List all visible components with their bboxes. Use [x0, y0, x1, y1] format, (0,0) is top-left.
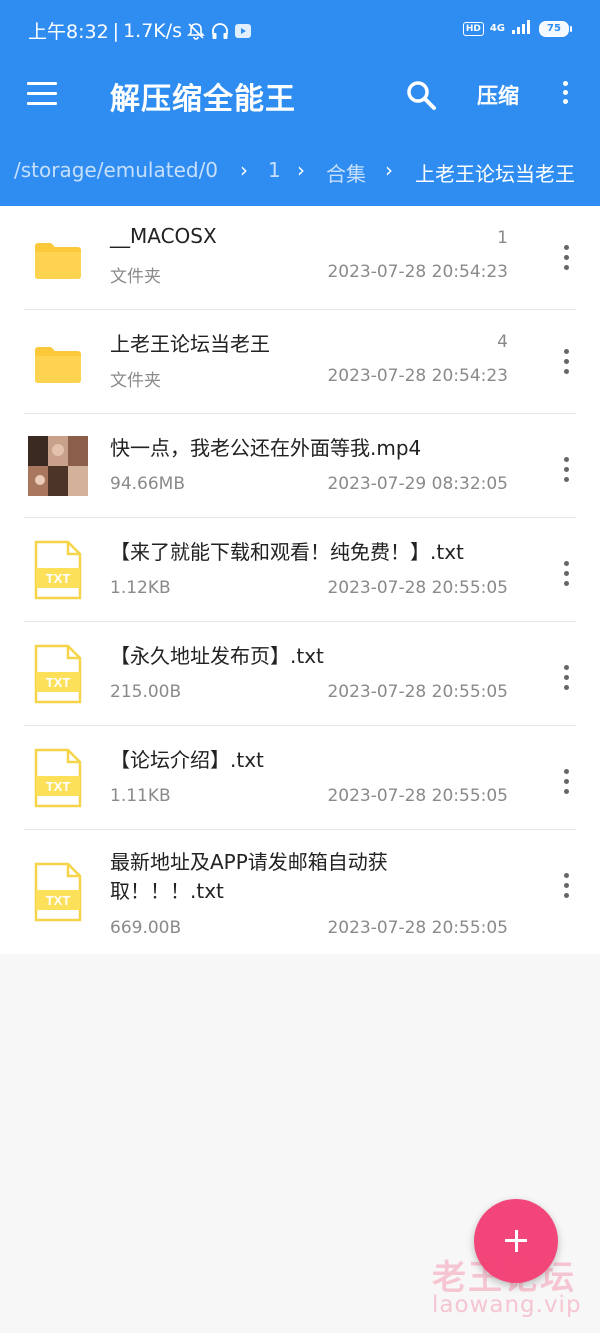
bell-off-icon: [186, 21, 206, 41]
battery-icon: 75: [539, 20, 572, 37]
file-row[interactable]: __MACOSX 文件夹 1 2023-07-28 20:54:23: [0, 206, 600, 310]
row-more-button[interactable]: [559, 662, 573, 696]
status-left: 上午8:32 | 1.7K/s: [28, 17, 252, 44]
row-more-button[interactable]: [559, 558, 573, 592]
file-name: 最新地址及APP请发邮箱自动获取！！！.txt: [110, 850, 388, 903]
file-date: 2023-07-28 20:55:05: [327, 682, 508, 702]
file-date: 2023-07-28 20:54:23: [327, 366, 508, 386]
breadcrumb: /storage/emulated/0 › 1 › 合集 › 上老王论坛当老王: [0, 146, 600, 200]
status-speed: 1.7K/s: [123, 19, 183, 42]
file-list: __MACOSX 文件夹 1 2023-07-28 20:54:23 上老王论坛…: [0, 206, 600, 954]
txt-file-icon: TXT: [34, 540, 82, 600]
chevron-right-icon: ›: [297, 158, 305, 182]
txt-icon-label: TXT: [46, 675, 71, 690]
app-title: 解压缩全能王: [110, 82, 296, 117]
folder-icon: [35, 347, 81, 383]
file-row[interactable]: 上老王论坛当老王 文件夹 4 2023-07-28 20:54:23: [0, 310, 600, 414]
file-row[interactable]: TXT 【永久地址发布页】.txt 215.00B 2023-07-28 20:…: [0, 622, 600, 726]
file-date: 2023-07-28 20:55:05: [327, 578, 508, 598]
row-more-button[interactable]: [559, 346, 573, 380]
file-name: 【论坛介绍】.txt: [110, 748, 264, 772]
row-more-button[interactable]: [559, 454, 573, 488]
txt-file-icon: TXT: [34, 644, 82, 704]
search-button[interactable]: [404, 78, 438, 112]
file-name: 【永久地址发布页】.txt: [110, 644, 324, 668]
status-divider: |: [112, 19, 120, 42]
file-type: 文件夹: [110, 371, 161, 391]
compress-button[interactable]: 压缩: [477, 80, 519, 110]
hd-badge: HD: [462, 21, 484, 36]
row-more-button[interactable]: [559, 870, 573, 904]
signal-icon: [511, 19, 533, 38]
file-row[interactable]: TXT 【论坛介绍】.txt 1.11KB 2023-07-28 20:55:0…: [0, 726, 600, 830]
video-app-icon: [234, 22, 252, 40]
file-row[interactable]: TXT 【来了就能下载和观看！纯免费！】.txt 1.12KB 2023-07-…: [0, 518, 600, 622]
app-bar: 解压缩全能王 压缩: [0, 60, 600, 132]
file-name: __MACOSX: [110, 224, 217, 248]
file-size: 94.66MB: [110, 474, 185, 494]
status-time: 上午8:32: [28, 21, 109, 43]
txt-icon-label: TXT: [46, 571, 71, 586]
watermark-url: laowang.vip: [432, 1292, 582, 1318]
row-more-button[interactable]: [559, 242, 573, 276]
txt-icon-label: TXT: [46, 779, 71, 794]
more-options-button[interactable]: [558, 78, 572, 110]
status-bar: 上午8:32 | 1.7K/s HD 4G 75: [0, 0, 600, 60]
breadcrumb-folder-1[interactable]: 1: [268, 158, 281, 182]
item-count: 1: [497, 228, 508, 248]
file-date: 2023-07-28 20:54:23: [327, 262, 508, 282]
battery-level: 75: [539, 20, 569, 37]
file-size: 1.12KB: [110, 578, 171, 598]
video-thumbnail: [28, 436, 88, 496]
breadcrumb-collection[interactable]: 合集: [326, 158, 366, 187]
breadcrumb-current[interactable]: 上老王论坛当老王: [415, 158, 575, 187]
item-count: 4: [497, 332, 508, 352]
file-date: 2023-07-28 20:55:05: [327, 918, 508, 938]
row-more-button[interactable]: [559, 766, 573, 800]
file-name: 【来了就能下载和观看！纯免费！】.txt: [110, 540, 464, 564]
txt-file-icon: TXT: [34, 862, 82, 922]
network-label: 4G: [489, 23, 505, 34]
search-icon: [407, 81, 436, 110]
chevron-right-icon: ›: [385, 158, 393, 182]
chevron-right-icon: ›: [240, 158, 248, 182]
file-size: 215.00B: [110, 682, 182, 702]
file-type: 文件夹: [110, 267, 161, 287]
headphones-icon: [210, 21, 230, 41]
top-header: 上午8:32 | 1.7K/s HD 4G 75 解压缩全能王 压缩 /stor…: [0, 0, 600, 206]
menu-button[interactable]: [27, 82, 57, 106]
status-right: HD 4G 75: [462, 19, 572, 38]
file-size: 669.00B: [110, 918, 182, 938]
file-name: 快一点，我老公还在外面等我.mp4: [110, 436, 422, 460]
file-date: 2023-07-29 08:32:05: [327, 474, 508, 494]
file-name: 上老王论坛当老王: [110, 332, 270, 356]
file-row[interactable]: 快一点，我老公还在外面等我.mp4 94.66MB 2023-07-29 08:…: [0, 414, 600, 518]
breadcrumb-root[interactable]: /storage/emulated/0: [14, 158, 218, 182]
txt-file-icon: TXT: [34, 748, 82, 808]
file-date: 2023-07-28 20:55:05: [327, 786, 508, 806]
txt-icon-label: TXT: [46, 893, 71, 908]
folder-icon: [35, 243, 81, 279]
file-size: 1.11KB: [110, 786, 171, 806]
file-row[interactable]: TXT 最新地址及APP请发邮箱自动获取！！！.txt 669.00B 2023…: [0, 830, 600, 954]
